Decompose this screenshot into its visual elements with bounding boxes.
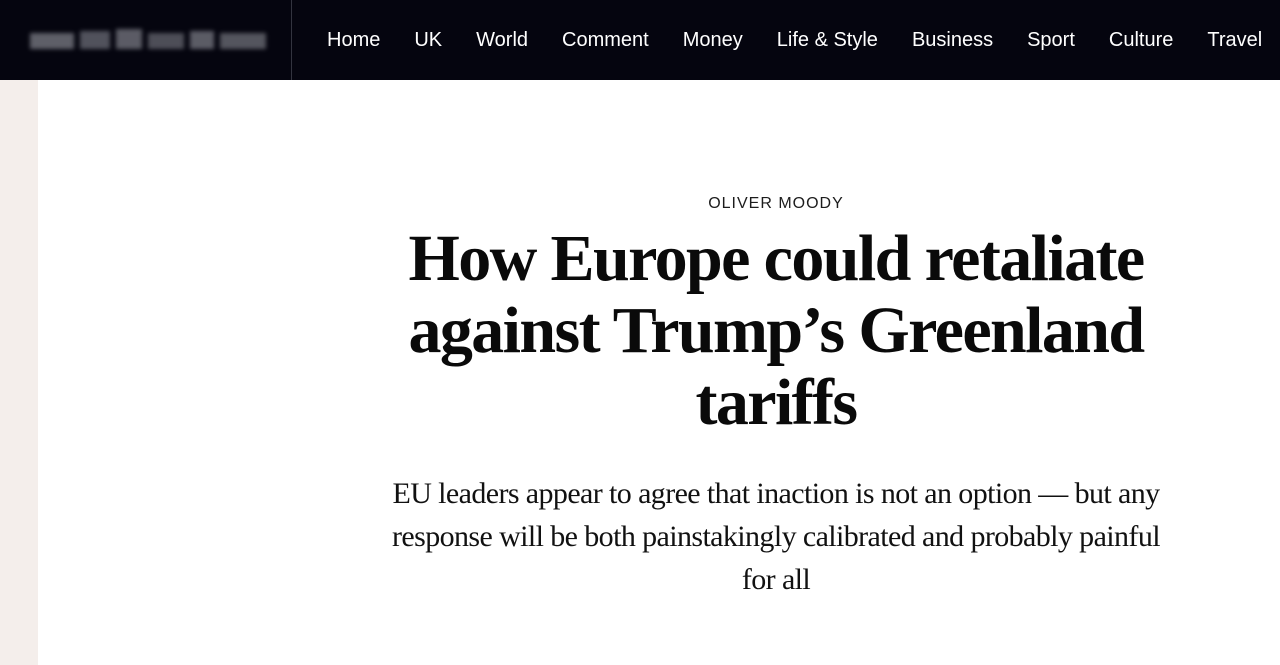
article-standfirst: EU leaders appear to agree that inaction… bbox=[392, 477, 1161, 596]
site-header: Home UK World Comment Money Life & Style… bbox=[0, 0, 1280, 80]
nav-world[interactable]: World bbox=[459, 0, 545, 80]
nav-business[interactable]: Business bbox=[895, 0, 1010, 80]
nav-money[interactable]: Money bbox=[666, 0, 760, 80]
site-logo[interactable] bbox=[30, 27, 266, 53]
nav-uk[interactable]: UK bbox=[397, 0, 459, 80]
nav-life-style[interactable]: Life & Style bbox=[760, 0, 895, 80]
nav-sport[interactable]: Sport bbox=[1010, 0, 1092, 80]
nav-comment[interactable]: Comment bbox=[545, 0, 666, 80]
main-nav: Home UK World Comment Money Life & Style… bbox=[292, 0, 1279, 80]
article-header: OLIVER MOODY How Europe could retaliate … bbox=[38, 80, 1280, 665]
nav-culture[interactable]: Culture bbox=[1092, 0, 1190, 80]
nav-home[interactable]: Home bbox=[310, 0, 397, 80]
author-byline[interactable]: OLIVER MOODY bbox=[238, 195, 1280, 213]
left-side-strip bbox=[0, 80, 38, 665]
nav-travel[interactable]: Travel bbox=[1190, 0, 1279, 80]
article-headline: How Europe could retaliate against Trump… bbox=[408, 222, 1145, 439]
logo-container[interactable] bbox=[0, 0, 292, 80]
